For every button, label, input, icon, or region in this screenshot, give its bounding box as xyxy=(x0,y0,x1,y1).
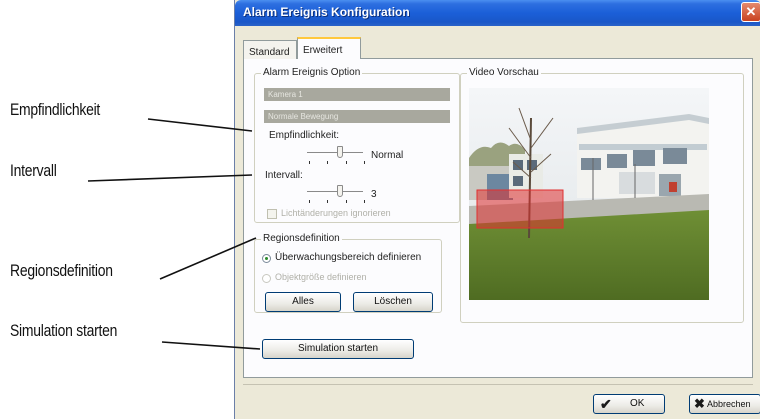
camera-field: Kamera 1 xyxy=(264,88,450,101)
interval-label: Intervall: xyxy=(265,170,303,181)
tab-standard-label: Standard xyxy=(249,47,290,58)
callout-empfindlichkeit: Empfindlichkeit xyxy=(10,100,101,119)
callout-simulation: Simulation starten xyxy=(10,321,118,340)
interval-slider-thumb[interactable] xyxy=(337,185,343,197)
video-preview-group: Video Vorschau xyxy=(460,67,744,323)
object-size-label: Objektgröße definieren xyxy=(275,272,367,282)
footer-divider xyxy=(243,384,753,385)
region-definition-group: Regionsdefinition Überwachungsbereich de… xyxy=(254,233,442,313)
tab-erweitert-label: Erweitert xyxy=(303,45,343,56)
interval-value: 3 xyxy=(371,189,377,200)
ok-button-label: OK xyxy=(630,398,645,409)
detection-region-overlay xyxy=(476,189,564,229)
close-button[interactable]: ✕ xyxy=(741,2,760,22)
ignore-light-checkbox[interactable] xyxy=(267,209,277,219)
alarm-event-option-label: Alarm Ereignis Option xyxy=(261,67,363,78)
window-title: Alarm Ereignis Konfiguration xyxy=(243,5,410,19)
simulation-button[interactable]: Simulation starten xyxy=(262,339,414,359)
tab-panel-erweitert: Alarm Ereignis Option Kamera 1 Normale B… xyxy=(243,58,753,378)
video-preview-label: Video Vorschau xyxy=(467,67,541,78)
ok-button[interactable]: ✔ OK xyxy=(593,394,665,414)
x-icon: ✖ xyxy=(694,396,705,411)
sensitivity-label: Empfindlichkeit: xyxy=(269,130,340,141)
delete-button[interactable]: Löschen xyxy=(353,292,433,312)
sensitivity-value: Normal xyxy=(371,150,404,161)
tab-erweitert[interactable]: Erweitert xyxy=(297,37,361,59)
sensitivity-slider[interactable] xyxy=(307,146,365,168)
detection-field: Normale Bewegung xyxy=(264,110,450,123)
interval-slider[interactable] xyxy=(307,185,365,207)
dialog-window: Alarm Ereignis Konfiguration ✕ Alarm Ere… xyxy=(234,0,760,419)
close-icon: ✕ xyxy=(745,4,757,19)
ignore-light-label: Lichtänderungen ignorieren xyxy=(281,208,391,218)
monitoring-area-label: Überwachungsbereich definieren xyxy=(275,252,422,263)
all-button[interactable]: Alles xyxy=(265,292,341,312)
screenshot-page: Empfindlichkeit Intervall Regionsdefinit… xyxy=(0,0,760,419)
video-preview[interactable] xyxy=(469,88,709,300)
callout-intervall: Intervall xyxy=(10,161,57,180)
object-size-radio[interactable] xyxy=(262,274,271,283)
checkmark-icon: ✔ xyxy=(600,396,612,412)
callout-regionsdefinition: Regionsdefinition xyxy=(10,261,113,280)
title-bar[interactable]: Alarm Ereignis Konfiguration ✕ xyxy=(235,0,760,26)
monitoring-area-radio[interactable] xyxy=(262,254,271,263)
region-definition-label: Regionsdefinition xyxy=(261,233,342,244)
sensitivity-slider-thumb[interactable] xyxy=(337,146,343,158)
cancel-button[interactable]: ✖ Abbrechen xyxy=(689,394,760,414)
tab-standard[interactable]: Standard xyxy=(243,40,297,59)
alarm-event-option-group: Alarm Ereignis Option Kamera 1 Normale B… xyxy=(254,67,460,223)
cancel-button-label: Abbrechen xyxy=(707,399,751,409)
camera-scene-image xyxy=(469,88,709,300)
